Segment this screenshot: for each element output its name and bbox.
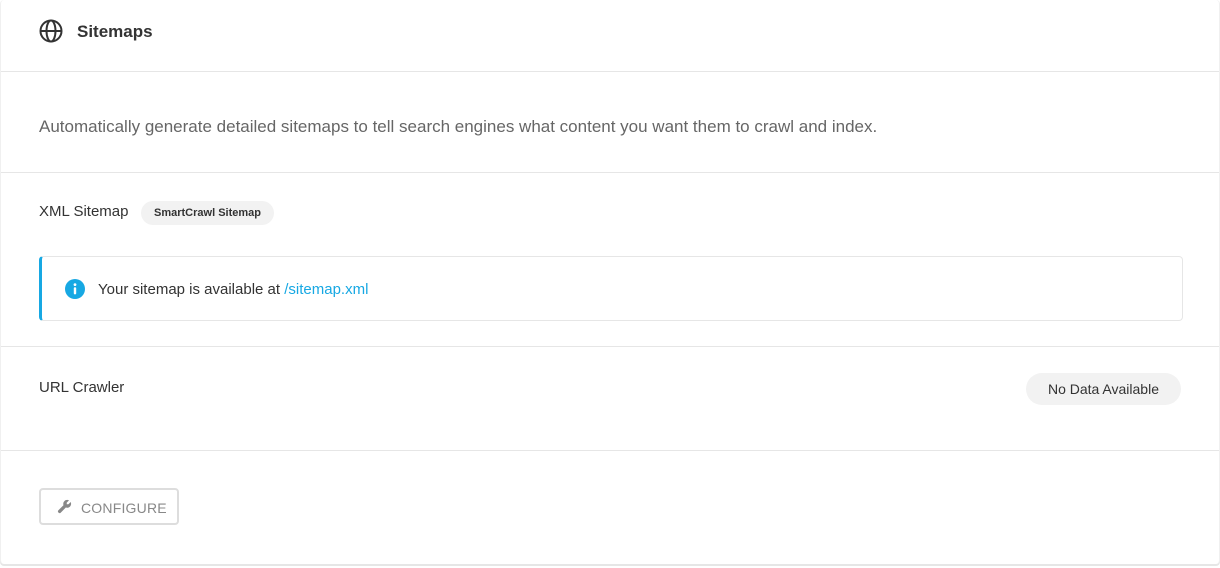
description-section: Automatically generate detailed sitemaps…	[1, 72, 1219, 173]
sitemap-notice-text: Your sitemap is available at /sitemap.xm…	[98, 281, 368, 299]
url-crawler-section: URL Crawler No Data Available	[1, 347, 1219, 451]
notice-message: Your sitemap is available at	[98, 281, 281, 298]
crawler-status-badge: No Data Available	[1025, 373, 1181, 405]
smartcrawl-sitemap-tag: SmartCrawl Sitemap	[141, 201, 274, 225]
wrench-icon	[57, 499, 72, 514]
card-footer: CONFIGURE	[1, 451, 1219, 564]
sitemaps-card: Sitemaps Automatically generate detailed…	[0, 0, 1220, 564]
configure-button-label: CONFIGURE	[81, 500, 167, 516]
xml-sitemap-section: XML Sitemap SmartCrawl Sitemap Your site…	[1, 173, 1219, 347]
description-text: Automatically generate detailed sitemaps…	[39, 117, 878, 136]
card-header: Sitemaps	[1, 0, 1219, 72]
sitemap-notice: Your sitemap is available at /sitemap.xm…	[39, 256, 1183, 321]
globe-icon	[39, 19, 63, 43]
info-icon	[65, 279, 85, 299]
page-title: Sitemaps	[77, 22, 153, 41]
xml-sitemap-label: XML Sitemap	[39, 203, 129, 220]
configure-button[interactable]: CONFIGURE	[39, 488, 179, 525]
url-crawler-label: URL Crawler	[39, 379, 125, 396]
sitemap-link[interactable]: /sitemap.xml	[284, 281, 368, 298]
